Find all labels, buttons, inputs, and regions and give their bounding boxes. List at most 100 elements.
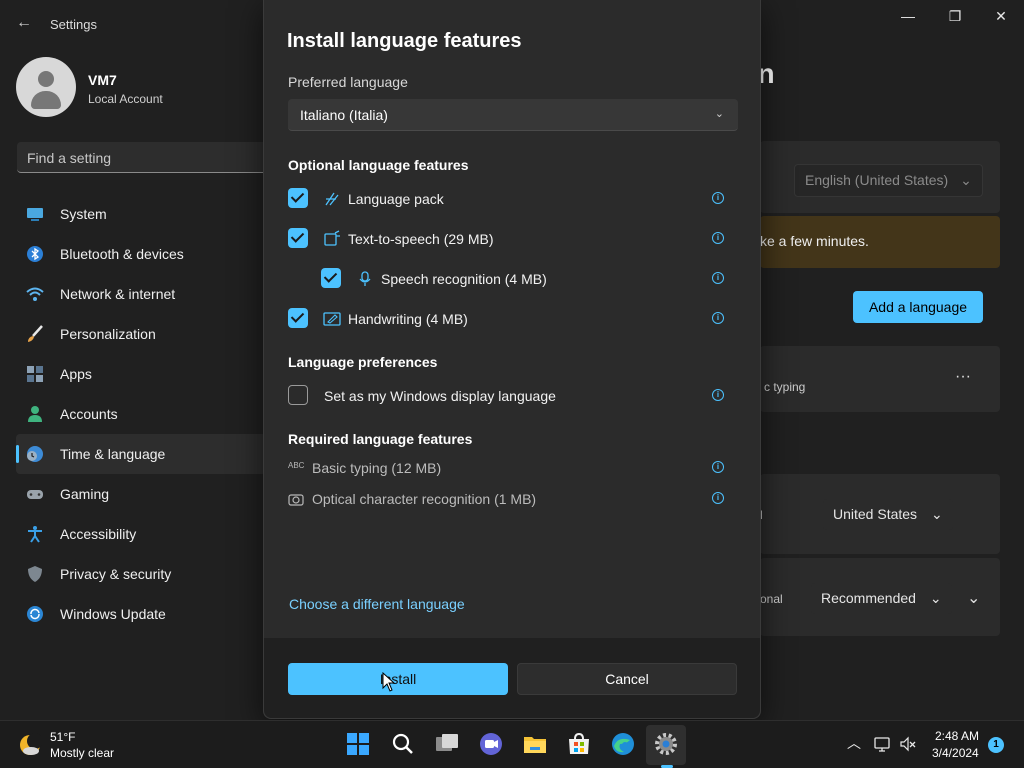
sidebar-item-label: System xyxy=(60,206,107,222)
sidebar-item-accounts[interactable]: Accounts xyxy=(16,394,266,434)
info-icon[interactable]: i xyxy=(712,272,724,284)
weather-temperature: 51°F xyxy=(50,730,76,744)
sidebar-item-time-language[interactable]: Time & language xyxy=(16,434,266,474)
teams-chat-icon[interactable] xyxy=(478,731,504,757)
handwriting-checkbox[interactable] xyxy=(288,308,308,328)
language-entry-detail: c typing xyxy=(764,380,806,394)
profile-name: VM7 xyxy=(88,72,117,88)
avatar[interactable] xyxy=(16,57,76,117)
speech-recognition-label: Speech recognition (4 MB) xyxy=(381,271,547,287)
ocr-label: Optical character recognition (1 MB) xyxy=(312,491,537,507)
taskbar: 51°F Mostly clear ︿ 2:48 AM 3/4/2024 1 xyxy=(0,720,1024,768)
language-entry-card[interactable]: c typing ··· xyxy=(760,346,1000,412)
handwriting-icon xyxy=(323,312,341,326)
sidebar-item-label: Network & internet xyxy=(60,286,176,302)
dropdown-value: Recommended xyxy=(821,590,916,606)
sidebar-item-label: Privacy & security xyxy=(60,566,172,582)
sidebar-item-label: Personalization xyxy=(60,326,156,342)
shield-icon xyxy=(28,566,42,582)
minimize-button[interactable]: — xyxy=(893,8,923,28)
text-to-speech-checkbox[interactable] xyxy=(288,228,308,248)
microphone-icon xyxy=(359,271,371,286)
language-pack-label: Language pack xyxy=(348,191,444,207)
cancel-button[interactable]: Cancel xyxy=(517,663,737,695)
mouse-cursor-icon xyxy=(382,672,396,692)
info-icon[interactable]: i xyxy=(712,192,724,204)
sidebar-item-label: Accounts xyxy=(60,406,118,422)
speech-recognition-checkbox[interactable] xyxy=(321,268,341,288)
settings-gear-icon[interactable] xyxy=(653,731,679,757)
info-icon[interactable]: i xyxy=(712,232,724,244)
chevron-down-icon: ⌄ xyxy=(714,108,724,120)
update-icon xyxy=(27,606,43,622)
windows-display-language-dropdown[interactable]: English (United States) ⌄ xyxy=(794,164,983,197)
maximize-button[interactable]: ❐ xyxy=(940,8,970,28)
optional-features-heading: Optional language features xyxy=(288,157,469,173)
sidebar-nav: System Bluetooth & devices Network & int… xyxy=(16,194,266,634)
notification-badge[interactable]: 1 xyxy=(988,737,1004,753)
clock-time[interactable]: 2:48 AM xyxy=(935,729,979,743)
install-button[interactable]: Install xyxy=(288,663,508,695)
sidebar-item-personalization[interactable]: Personalization xyxy=(16,314,266,354)
more-options-icon[interactable]: ··· xyxy=(955,368,971,386)
search-placeholder: Find a setting xyxy=(27,150,112,166)
file-explorer-icon[interactable] xyxy=(522,731,548,757)
accessibility-icon xyxy=(28,526,42,543)
warning-text: ke a few minutes. xyxy=(760,233,869,249)
choose-different-language-link[interactable]: Choose a different language xyxy=(289,596,465,612)
back-arrow-icon[interactable]: ← xyxy=(16,14,32,34)
display-language-checkbox[interactable] xyxy=(288,385,308,405)
preferred-language-select[interactable]: Italiano (Italia) ⌄ xyxy=(288,99,738,131)
sidebar-item-bluetooth[interactable]: Bluetooth & devices xyxy=(16,234,266,274)
search-icon[interactable] xyxy=(390,731,416,757)
info-icon[interactable]: i xyxy=(712,312,724,324)
weather-moon-icon[interactable] xyxy=(18,733,42,757)
weather-description: Mostly clear xyxy=(50,746,115,760)
gamepad-icon xyxy=(27,490,43,499)
search-input[interactable]: Find a setting xyxy=(17,142,267,173)
add-language-button[interactable]: Add a language xyxy=(853,291,983,323)
volume-muted-icon[interactable] xyxy=(899,735,917,753)
display-language-label: Set as my Windows display language xyxy=(324,388,556,404)
wifi-icon xyxy=(26,287,44,301)
sidebar-item-label: Apps xyxy=(60,366,92,382)
expand-chevron-icon[interactable]: ⌄ xyxy=(967,588,980,608)
chevron-down-icon: ⌄ xyxy=(960,172,972,188)
info-icon[interactable]: i xyxy=(712,492,724,504)
profile-account-type: Local Account xyxy=(88,92,163,106)
sidebar-item-system[interactable]: System xyxy=(16,194,266,234)
info-icon[interactable]: i xyxy=(712,461,724,473)
sidebar-item-privacy[interactable]: Privacy & security xyxy=(16,554,266,594)
windows-start-icon[interactable] xyxy=(345,731,371,757)
dropdown-value: English (United States) xyxy=(805,172,949,188)
info-icon[interactable]: i xyxy=(712,389,724,401)
country-dropdown[interactable]: United States ⌄ xyxy=(823,499,953,530)
sidebar-item-network[interactable]: Network & internet xyxy=(16,274,266,314)
sidebar-item-label: Bluetooth & devices xyxy=(60,246,184,262)
language-pack-icon xyxy=(325,192,339,206)
avatar-head xyxy=(38,71,54,87)
basic-typing-icon: ABC xyxy=(288,461,305,470)
chevron-down-icon: ⌄ xyxy=(930,506,943,522)
required-features-heading: Required language features xyxy=(288,431,473,447)
sidebar-item-accessibility[interactable]: Accessibility xyxy=(16,514,266,554)
system-icon xyxy=(27,208,43,221)
sidebar-item-gaming[interactable]: Gaming xyxy=(16,474,266,514)
close-button[interactable]: ✕ xyxy=(986,8,1016,28)
regional-format-label: onal xyxy=(760,592,783,606)
language-pack-checkbox[interactable] xyxy=(288,188,308,208)
install-language-features-dialog: Install language features Preferred lang… xyxy=(263,0,761,719)
chevron-up-icon[interactable]: ︿ xyxy=(847,733,861,753)
edge-browser-icon[interactable] xyxy=(610,731,636,757)
sidebar-item-windows-update[interactable]: Windows Update xyxy=(16,594,266,634)
brush-icon xyxy=(28,325,43,342)
task-view-icon[interactable] xyxy=(434,731,460,757)
window-title: Settings xyxy=(50,17,97,32)
sidebar-item-apps[interactable]: Apps xyxy=(16,354,266,394)
microsoft-store-icon[interactable] xyxy=(566,731,592,757)
warning-banner: ke a few minutes. xyxy=(760,216,1000,268)
regional-format-dropdown[interactable]: Recommended ⌄ xyxy=(811,583,952,614)
sidebar-item-label: Gaming xyxy=(60,486,110,502)
clock-date[interactable]: 3/4/2024 xyxy=(932,746,979,760)
network-icon[interactable] xyxy=(873,735,891,753)
